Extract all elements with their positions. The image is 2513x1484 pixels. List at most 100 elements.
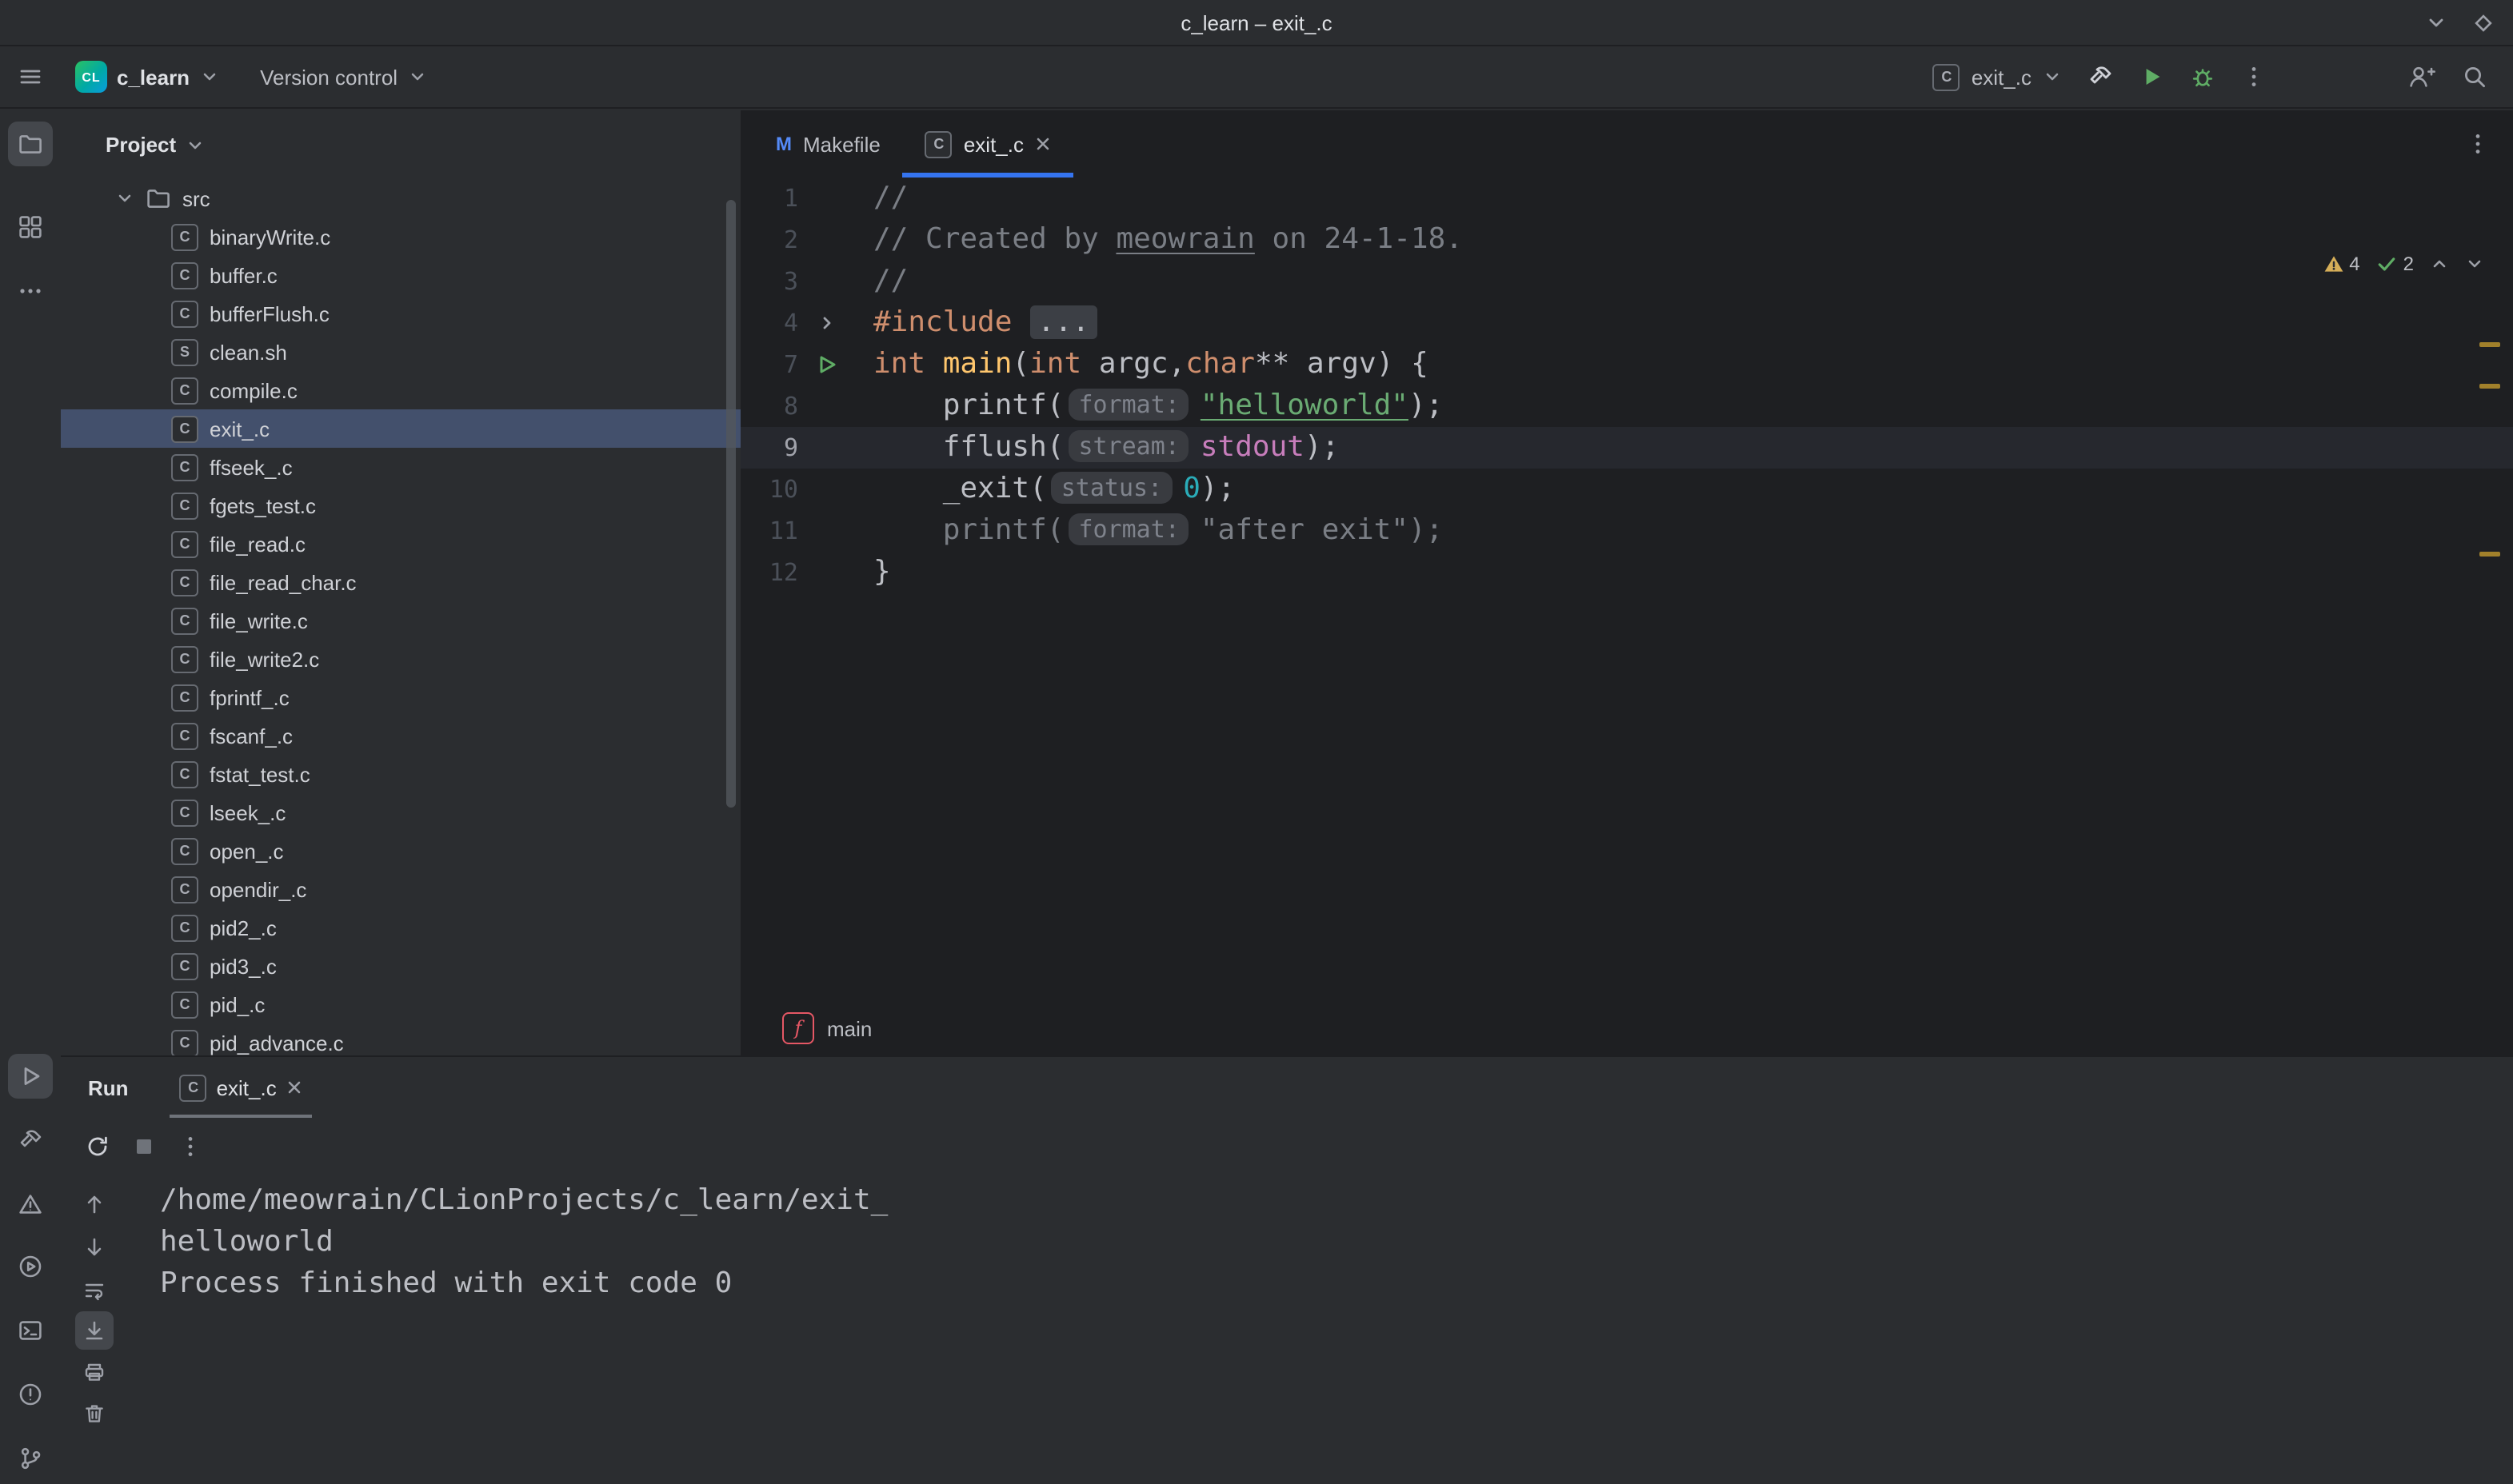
code-line[interactable]: 12} [741, 552, 2513, 593]
tab-exit-c[interactable]: C exit_.c [903, 110, 1073, 178]
code-line[interactable]: 11 printf(format:"after exit"); [741, 510, 2513, 552]
file-row[interactable]: Cpid_.c [61, 985, 741, 1023]
debug-button[interactable] [2190, 64, 2215, 90]
file-row[interactable]: CbinaryWrite.c [61, 217, 741, 256]
file-row[interactable]: Cfscanf_.c [61, 716, 741, 755]
stop-button[interactable] [131, 1134, 157, 1159]
next-problem-button[interactable] [2465, 254, 2484, 273]
file-row[interactable]: Copendir_.c [61, 870, 741, 908]
soft-wrap-button[interactable] [75, 1271, 114, 1310]
file-row[interactable]: Cfile_read.c [61, 525, 741, 563]
file-row[interactable]: Cfile_write.c [61, 601, 741, 640]
search-everywhere-button[interactable] [2462, 64, 2487, 90]
function-icon: f [782, 1012, 814, 1044]
file-row[interactable]: Cfstat_test.c [61, 755, 741, 793]
run-tool-button[interactable] [8, 1054, 53, 1099]
file-name: fstat_test.c [210, 762, 310, 786]
more-actions-button[interactable] [2241, 64, 2267, 90]
scroll-to-end-button[interactable] [75, 1311, 114, 1350]
build-button[interactable] [2088, 64, 2113, 90]
code-line[interactable]: 3// [741, 261, 2513, 302]
c-file-icon: C [171, 300, 198, 327]
project-tool-button[interactable] [8, 122, 53, 166]
file-row[interactable]: Cfgets_test.c [61, 486, 741, 525]
breadcrumb-function[interactable]: main [827, 1016, 872, 1040]
clear-console-button[interactable] [75, 1394, 114, 1433]
file-row[interactable]: Cpid_advance.c [61, 1023, 741, 1055]
file-row[interactable]: Cfprintf_.c [61, 678, 741, 716]
next-occurrence-button[interactable] [75, 1228, 114, 1267]
c-file-icon: C [171, 492, 198, 519]
file-row[interactable]: Cpid2_.c [61, 908, 741, 947]
code-line[interactable]: 8 printf(format:"helloworld"); [741, 385, 2513, 427]
file-row[interactable]: Cbuffer.c [61, 256, 741, 294]
file-name: fprintf_.c [210, 685, 290, 709]
close-icon[interactable] [286, 1079, 302, 1095]
close-icon[interactable] [1035, 136, 1051, 152]
build-tool-button[interactable] [8, 1118, 53, 1163]
file-row[interactable]: Copen_.c [61, 832, 741, 870]
warning-stripe-mark[interactable] [2479, 552, 2500, 556]
project-scrollbar[interactable] [726, 200, 736, 808]
file-row[interactable]: Cfile_read_char.c [61, 563, 741, 601]
warnings-badge[interactable]: 4 [2322, 253, 2359, 275]
project-panel-header[interactable]: Project [61, 110, 741, 179]
git-tool-button[interactable] [8, 1436, 53, 1481]
window-shade-button[interactable] [2425, 11, 2447, 34]
rerun-button[interactable] [85, 1134, 110, 1159]
console-output[interactable]: /home/meowrain/CLionProjects/c_learn/exi… [128, 1175, 2513, 1484]
fold-arrow-icon[interactable] [798, 302, 873, 344]
project-panel: Project src CbinaryWrite.cCbuffer.cCbuff… [61, 110, 742, 1055]
vcs-widget[interactable]: Version control [250, 54, 436, 99]
code-line[interactable]: 9 fflush(stream:stdout); [741, 427, 2513, 469]
folder-row-src[interactable]: src [61, 179, 741, 217]
terminal-tool-button[interactable] [8, 1308, 53, 1353]
prev-occurrence-button[interactable] [75, 1185, 114, 1223]
prev-problem-button[interactable] [2430, 254, 2449, 273]
file-name: file_read_char.c [210, 570, 357, 594]
file-row[interactable]: Clseek_.c [61, 793, 741, 832]
chevron-expanded-icon[interactable] [115, 189, 134, 208]
structure-tool-button[interactable] [8, 205, 53, 249]
services-tool-button[interactable] [8, 1244, 53, 1289]
gutter-spacer [798, 178, 873, 219]
run-tab-exit-c[interactable]: C exit_.c [170, 1057, 312, 1118]
tab-makefile[interactable]: M Makefile [753, 110, 903, 178]
c-file-icon: C [171, 453, 198, 481]
run-panel-title: Run [88, 1075, 129, 1099]
code-line[interactable]: 4#include ... [741, 302, 2513, 344]
passed-badge[interactable]: 2 [2376, 253, 2414, 275]
code-line[interactable]: 2// Created by meowrain on 24-1-18. [741, 219, 2513, 261]
file-row[interactable]: CbufferFlush.c [61, 294, 741, 333]
run-config-selector[interactable]: C exit_.c [1933, 63, 2062, 90]
main-menu-button[interactable] [18, 64, 43, 90]
line-number: 12 [741, 558, 798, 587]
file-row[interactable]: Cfile_write2.c [61, 640, 741, 678]
notifications-tool-button[interactable] [8, 1182, 53, 1227]
run-line-icon[interactable] [798, 344, 873, 385]
code-line[interactable]: 7int main(int argc,char** argv) { [741, 344, 2513, 385]
print-button[interactable] [75, 1353, 114, 1391]
warning-stripe-mark[interactable] [2479, 342, 2500, 347]
code-with-me-button[interactable] [2407, 64, 2436, 90]
code-text: fflush(stream:stdout); [873, 427, 1339, 469]
window-close-button[interactable] [2473, 12, 2494, 33]
file-row[interactable]: Cffseek_.c [61, 448, 741, 486]
run-more-button[interactable] [178, 1134, 203, 1159]
file-list: CbinaryWrite.cCbuffer.cCbufferFlush.cScl… [61, 217, 741, 1055]
code-line[interactable]: 10 _exit(status:0); [741, 469, 2513, 510]
warning-stripe-mark[interactable] [2479, 384, 2500, 389]
problems-tool-button[interactable] [8, 1372, 53, 1417]
code-area[interactable]: 1//2// Created by meowrain on 24-1-18.3/… [741, 178, 2513, 1001]
file-row[interactable]: Sclean.sh [61, 333, 741, 371]
file-row[interactable]: Cexit_.c [61, 409, 741, 448]
project-selector[interactable]: CL c_learn [66, 54, 228, 99]
file-row[interactable]: Ccompile.c [61, 371, 741, 409]
more-tool-windows-button[interactable] [8, 269, 53, 313]
c-file-icon: C [171, 952, 198, 979]
file-row[interactable]: Cpid3_.c [61, 947, 741, 985]
code-text: int main(int argc,char** argv) { [873, 344, 1428, 385]
code-line[interactable]: 1// [741, 178, 2513, 219]
run-button[interactable] [2139, 64, 2164, 90]
tab-options-button[interactable] [2465, 131, 2491, 157]
